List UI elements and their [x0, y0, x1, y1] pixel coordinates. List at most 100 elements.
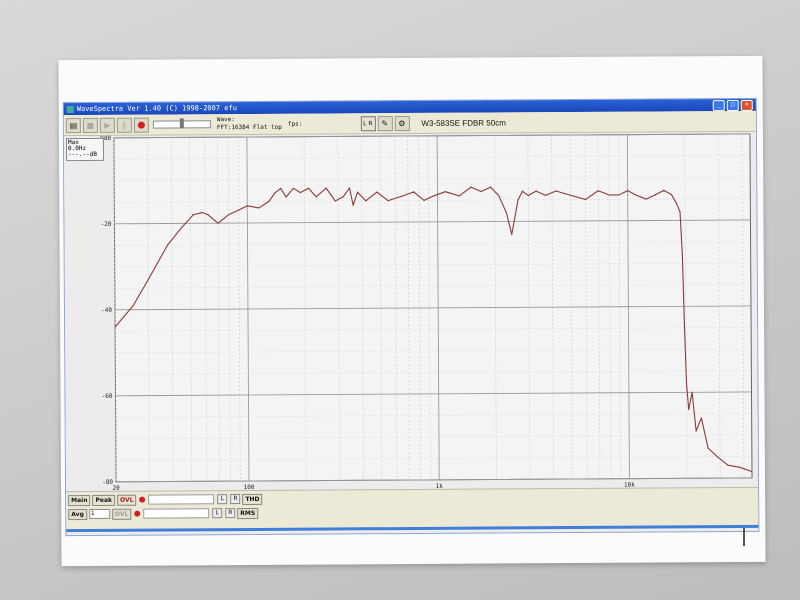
minimize-button[interactable]: _	[713, 100, 725, 111]
close-button[interactable]: ×	[741, 99, 753, 110]
spectrum-data-point	[535, 191, 536, 192]
avg-row: Avg 1 OVL L R RMS	[66, 504, 758, 520]
r-channel-button-2[interactable]: R	[225, 508, 235, 518]
document-title: W3-583SE FDBR 50cm	[421, 118, 506, 128]
spectrum-data-point	[293, 188, 294, 189]
rms-button[interactable]: RMS	[237, 507, 258, 518]
spectrum-data-point	[181, 227, 182, 228]
spectrum-data-point	[696, 430, 697, 431]
spectrum-data-point	[682, 254, 683, 255]
spectrum-data-point	[708, 447, 709, 448]
spectrum-data-point	[555, 190, 556, 191]
spectrum-data-point	[326, 188, 327, 189]
spectrum-data-point	[357, 192, 358, 193]
spectrum-plot-area: Max 0.0Hz ---.--dB 0dB-20-40-60-80201001…	[64, 132, 758, 491]
maximize-button[interactable]: □	[727, 100, 739, 111]
spectrum-data-point	[688, 409, 689, 410]
avg-select[interactable]: 1	[89, 509, 110, 519]
spectrum-data-point	[193, 214, 194, 215]
spectrum-data-point	[433, 195, 434, 196]
spectrum-data-point	[490, 187, 491, 188]
spectrum-data-point	[671, 194, 672, 195]
open-file-icon[interactable]: ▤	[66, 118, 81, 133]
spectrum-data-point	[280, 188, 281, 189]
spectrum-data-point	[646, 198, 647, 199]
level-meter-r	[143, 508, 209, 518]
record-button[interactable]	[134, 117, 149, 132]
spectrum-data-point	[343, 196, 344, 197]
spectrum-data-point	[686, 383, 687, 384]
spectrum-data-point	[684, 327, 685, 328]
record-dot-icon	[139, 497, 145, 503]
max-level: ---.--dB	[68, 152, 102, 158]
app-window: WaveSpectra Ver 1.40 (C) 1998-2007 efu _…	[63, 98, 760, 536]
spectrum-data-point	[207, 214, 208, 215]
spectrum-data-point	[585, 199, 586, 200]
spectrum-data-point	[618, 194, 619, 195]
spectrum-data-point	[528, 195, 529, 196]
spectrum-data-point	[300, 192, 301, 193]
lr-button[interactable]: L R	[360, 116, 375, 131]
spectrum-data-point	[274, 192, 275, 193]
wave-info: Wave: FFT:16384 Flat top	[217, 116, 282, 132]
spectrum-data-point	[353, 205, 354, 206]
spectrum-data-point	[114, 326, 115, 327]
max-readout: Max 0.0Hz ---.--dB	[66, 138, 104, 161]
main-button[interactable]: Main	[68, 494, 90, 505]
spectrum-data-point	[247, 205, 248, 206]
slider-thumb[interactable]	[180, 118, 184, 128]
spectrum-data-point	[133, 305, 134, 306]
ovl-indicator-2: OVL	[112, 508, 131, 519]
spectrum-data-point	[701, 417, 702, 418]
spectrum-data-point	[570, 195, 571, 196]
fft-label: FFT:16384 Flat top	[217, 124, 282, 131]
spectrum-data-point	[401, 196, 402, 197]
spectrum-data-point	[423, 200, 424, 201]
pen-mark	[743, 528, 745, 546]
spectrum-data-point	[365, 200, 366, 201]
spectrum-data-point	[727, 465, 728, 466]
position-slider[interactable]	[153, 120, 211, 128]
peak-button[interactable]: Peak	[92, 494, 115, 505]
tools-icon[interactable]: ⚙	[394, 116, 409, 131]
spectrum-data-point	[692, 392, 693, 393]
spectrum-data-point	[481, 191, 482, 192]
spectrum-data-point	[498, 195, 499, 196]
spectrum-data-point	[627, 190, 628, 191]
spectrum-data-point	[202, 212, 203, 213]
y-tick-label: -40	[101, 307, 112, 314]
spectrum-data-point	[315, 196, 316, 197]
avg-label: Avg	[68, 508, 87, 519]
settings-icon[interactable]: ✎	[377, 116, 392, 131]
l-channel-button[interactable]: L	[217, 494, 227, 504]
bottom-control-bar: Main Peak OVL L R THD Avg 1 OVL L R RMS	[66, 487, 758, 532]
spectrum-data-point	[413, 191, 414, 192]
play-icon[interactable]: ▶	[100, 117, 115, 132]
spectrum-data-point	[609, 194, 610, 195]
spectrum-data-point	[335, 200, 336, 201]
spectrum-data-point	[388, 200, 389, 201]
spectrum-data-point	[459, 195, 460, 196]
spectrum-data-point	[598, 190, 599, 191]
spectrum-data-point	[751, 471, 752, 472]
spectrum-data-point	[148, 279, 149, 280]
thd-button[interactable]: THD	[242, 493, 262, 504]
pause-icon[interactable]: ‖	[117, 117, 132, 132]
spectrum-data-point	[679, 211, 680, 212]
spectrum-data-point	[470, 187, 471, 188]
spectrum-data-point	[655, 194, 656, 195]
spectrum-data-point	[635, 194, 636, 195]
y-tick-label: -20	[101, 221, 112, 228]
spectrum-data-point	[258, 207, 259, 208]
spectrum-data-point	[349, 187, 350, 188]
spectrum-data-point	[167, 244, 168, 245]
stop-icon[interactable]: ■	[83, 117, 98, 132]
spectrum-data-point	[717, 456, 718, 457]
spectrum-chart: 0dB-20-40-60-80201001k10k	[64, 132, 758, 491]
r-channel-button[interactable]: R	[230, 494, 240, 504]
spectrum-data-point	[676, 203, 677, 204]
spectrum-data-point	[739, 467, 740, 468]
spectrum-data-point	[217, 223, 218, 224]
l-channel-button-2[interactable]: L	[212, 508, 222, 518]
app-icon	[67, 106, 74, 113]
